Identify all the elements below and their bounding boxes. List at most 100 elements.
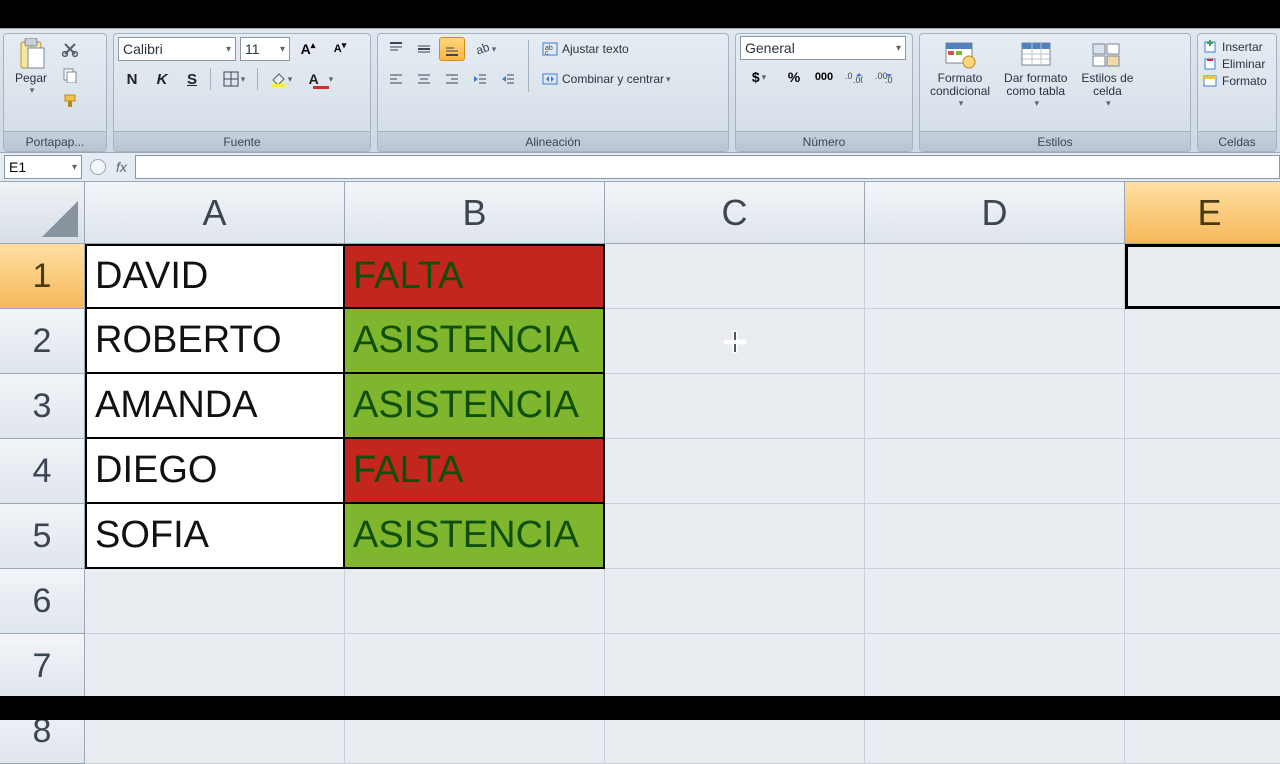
orientation-button[interactable]: ab▾ [467, 37, 503, 61]
grow-font-button[interactable]: A▴ [295, 37, 321, 61]
cell-A7[interactable] [85, 634, 345, 699]
font-name-combo[interactable]: Calibri▾ [118, 37, 236, 61]
row-header-3[interactable]: 3 [0, 374, 85, 439]
align-middle-button[interactable] [411, 37, 437, 61]
shrink-font-button[interactable]: A▾ [327, 37, 353, 61]
format-as-table-button[interactable]: Dar formato como tabla▾ [998, 36, 1073, 111]
cell-E6[interactable] [1125, 569, 1280, 634]
percent-button[interactable]: % [781, 65, 807, 89]
delete-row-button[interactable]: Eliminar [1202, 57, 1265, 71]
borders-button[interactable]: ▾ [216, 67, 252, 91]
cancel-formula-icon[interactable] [90, 159, 106, 175]
accounting-button[interactable]: $▾ [741, 65, 777, 89]
underline-button[interactable]: S [179, 67, 205, 91]
chevron-down-icon[interactable]: ▾ [72, 162, 77, 173]
cell-A5[interactable]: SOFIA [85, 504, 345, 569]
cells-area[interactable]: DAVIDFALTAROBERTOASISTENCIAAMANDAASISTEN… [85, 244, 1280, 764]
conditional-format-button[interactable]: Formato condicional▾ [924, 36, 996, 111]
cell-A3[interactable]: AMANDA [85, 374, 345, 439]
column-header-E[interactable]: E [1125, 182, 1280, 244]
cell-D4[interactable] [865, 439, 1125, 504]
align-right-button[interactable] [439, 67, 465, 91]
cut-button[interactable] [57, 37, 83, 61]
cell-B4[interactable]: FALTA [345, 439, 605, 504]
wrap-text-label: Ajustar texto [562, 42, 629, 56]
cell-B2[interactable]: ASISTENCIA [345, 309, 605, 374]
cell-B1[interactable]: FALTA [345, 244, 605, 309]
fx-icon[interactable]: fx [116, 159, 127, 175]
column-header-C[interactable]: C [605, 182, 865, 244]
cell-D5[interactable] [865, 504, 1125, 569]
paste-button[interactable]: Pegar ▾ [8, 36, 54, 98]
align-center-button[interactable] [411, 67, 437, 91]
cell-D3[interactable] [865, 374, 1125, 439]
format-painter-button[interactable] [57, 89, 83, 113]
column-header-B[interactable]: B [345, 182, 605, 244]
copy-button[interactable] [57, 63, 83, 87]
orientation-icon: ab [474, 41, 490, 57]
insert-icon [1202, 40, 1218, 54]
cell-A2[interactable]: ROBERTO [85, 309, 345, 374]
increase-decimal-button[interactable]: .0.00 [841, 65, 867, 89]
cell-E4[interactable] [1125, 439, 1280, 504]
column-header-D[interactable]: D [865, 182, 1125, 244]
font-color-button[interactable]: A ▾ [303, 67, 339, 91]
cell-C2[interactable] [605, 309, 865, 374]
name-box[interactable]: E1 ▾ [4, 155, 82, 179]
cell-B3[interactable]: ASISTENCIA [345, 374, 605, 439]
cell-C3[interactable] [605, 374, 865, 439]
cell-C7[interactable] [605, 634, 865, 699]
cell-A4[interactable]: DIEGO [85, 439, 345, 504]
cell-styles-button[interactable]: Estilos de celda▾ [1075, 36, 1139, 111]
cell-C1[interactable] [605, 244, 865, 309]
row-header-4[interactable]: 4 [0, 439, 85, 504]
align-left-button[interactable] [383, 67, 409, 91]
row-header-2[interactable]: 2 [0, 309, 85, 374]
cell-C5[interactable] [605, 504, 865, 569]
number-format-combo[interactable]: General▾ [740, 36, 906, 60]
row-header-7[interactable]: 7 [0, 634, 85, 699]
conditional-format-label: Formato condicional [930, 72, 990, 98]
worksheet-grid[interactable]: ABCDE 12345678 DAVIDFALTAROBERTOASISTENC… [0, 182, 1280, 696]
format-as-table-label: Dar formato como tabla [1004, 72, 1067, 98]
cell-D7[interactable] [865, 634, 1125, 699]
cell-B6[interactable] [345, 569, 605, 634]
cells-format-button[interactable]: Formato [1202, 74, 1267, 88]
align-top-button[interactable] [383, 37, 409, 61]
group-title-cells: Celdas [1198, 131, 1276, 151]
wrap-text-button[interactable]: abc Ajustar texto [536, 37, 677, 61]
cell-B5[interactable]: ASISTENCIA [345, 504, 605, 569]
column-header-A[interactable]: A [85, 182, 345, 244]
cell-E2[interactable] [1125, 309, 1280, 374]
row-header-5[interactable]: 5 [0, 504, 85, 569]
cell-A1[interactable]: DAVID [85, 244, 345, 309]
cell-C6[interactable] [605, 569, 865, 634]
cell-E7[interactable] [1125, 634, 1280, 699]
italic-button[interactable]: K [149, 67, 175, 91]
cell-D6[interactable] [865, 569, 1125, 634]
row-header-6[interactable]: 6 [0, 569, 85, 634]
cell-A6[interactable] [85, 569, 345, 634]
fill-color-button[interactable]: ▾ [263, 67, 299, 91]
increase-indent-button[interactable] [495, 67, 521, 91]
bold-button[interactable]: N [119, 67, 145, 91]
cell-C4[interactable] [605, 439, 865, 504]
formula-input[interactable] [135, 155, 1280, 179]
insert-row-button[interactable]: Insertar [1202, 40, 1263, 54]
cell-E1[interactable] [1125, 244, 1280, 309]
font-size-combo[interactable]: 11▾ [240, 37, 290, 61]
ribbon-group-clipboard: Pegar ▾ Portapap... [3, 33, 107, 152]
select-all-triangle[interactable] [0, 182, 85, 244]
merge-center-button[interactable]: Combinar y centrar ▾ [536, 67, 677, 91]
row-header-1[interactable]: 1 [0, 244, 85, 309]
decrease-decimal-button[interactable]: .00.0 [871, 65, 897, 89]
cell-E3[interactable] [1125, 374, 1280, 439]
cell-B7[interactable] [345, 634, 605, 699]
cell-E5[interactable] [1125, 504, 1280, 569]
cell-D2[interactable] [865, 309, 1125, 374]
align-bottom-button[interactable] [439, 37, 465, 61]
group-title-font: Fuente [114, 131, 370, 151]
cell-D1[interactable] [865, 244, 1125, 309]
comma-button[interactable]: 000 [811, 65, 837, 89]
decrease-indent-button[interactable] [467, 67, 493, 91]
